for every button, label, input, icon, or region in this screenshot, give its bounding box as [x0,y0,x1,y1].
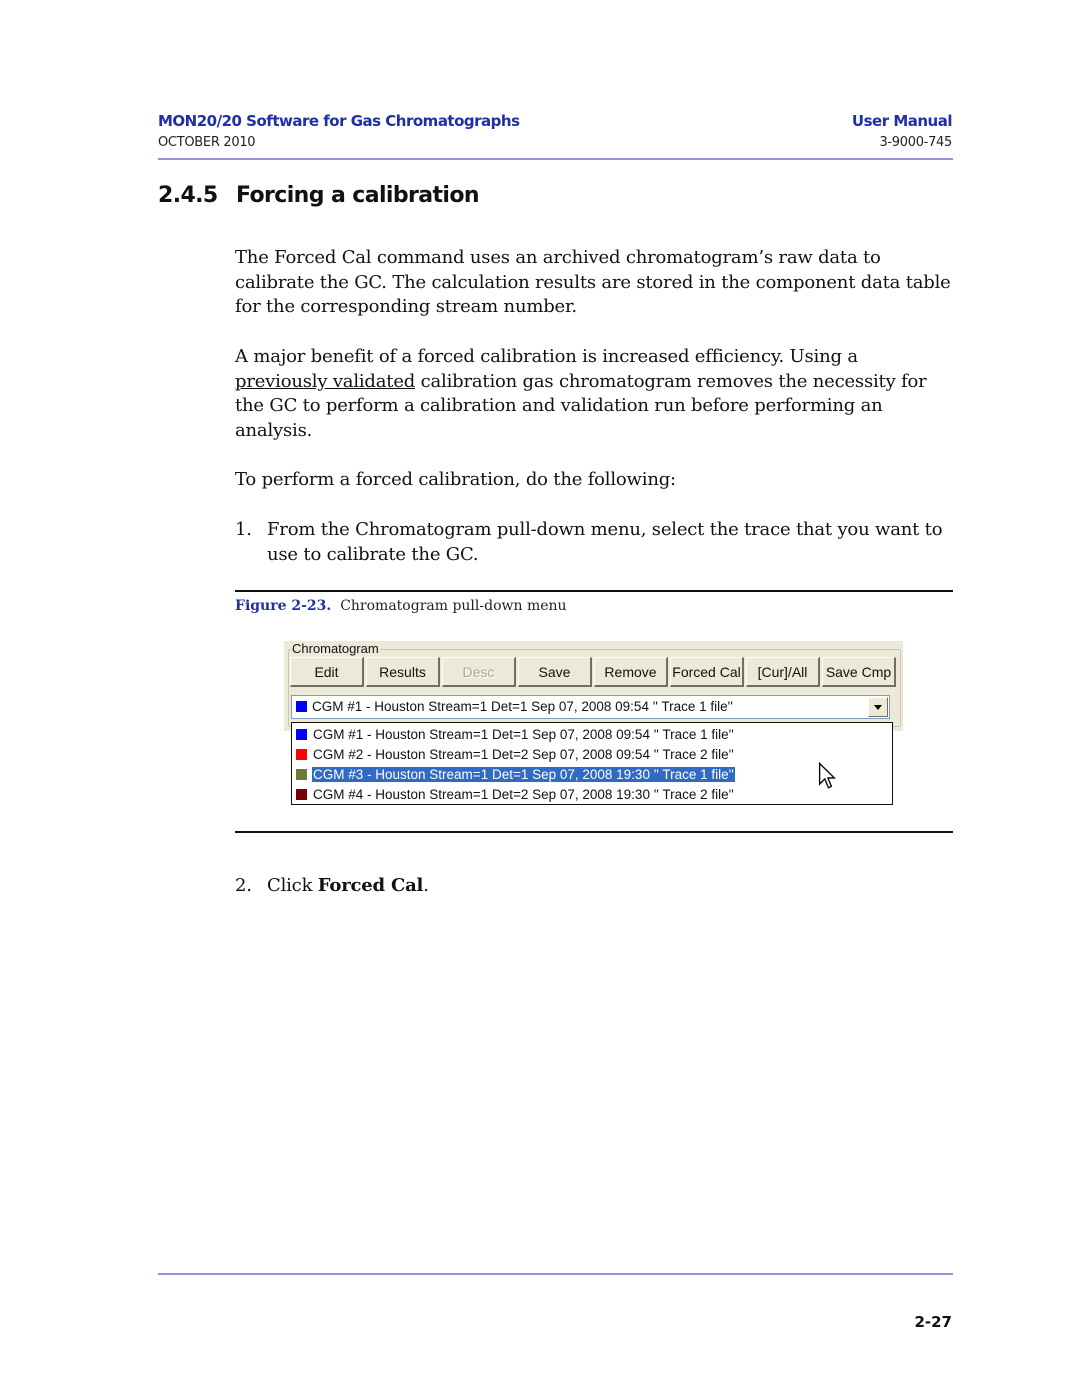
document-number: 3-9000-745 [879,135,952,150]
edit-button[interactable]: Edit [290,657,364,687]
step-number: 1. [235,519,252,540]
dropdown-button[interactable] [868,697,888,717]
step-text: Click Forced Cal. [267,874,429,899]
option-text: CGM #4 - Houston Stream=1 Det=2 Sep 07, … [313,786,734,802]
paragraph-benefit: A major benefit of a forced calibration … [235,345,955,444]
chromatogram-select[interactable]: CGM #1 - Houston Stream=1 Det=1 Sep 07, … [291,695,890,719]
manual-label: User Manual [851,112,953,130]
section-number: 2.4.5 [158,183,218,208]
figure-bottom-rule [235,831,953,833]
cur-all-button[interactable]: [Cur]/All [746,657,820,687]
desc-button[interactable]: Desc [442,657,516,687]
step-1: 1. From the Chromatogram pull-down menu,… [235,518,955,567]
dropdown-option-highlighted[interactable]: CGM #3 - Houston Stream=1 Det=1 Sep 07, … [296,765,735,783]
step-text: From the Chromatogram pull-down menu, se… [267,519,943,565]
paragraph-instructions-intro: To perform a forced calibration, do the … [235,469,676,490]
step-text-suffix: . [423,875,429,896]
save-button[interactable]: Save [518,657,592,687]
trace-color-swatch [296,768,307,780]
chevron-down-icon [874,704,882,710]
step-text-prefix: Click [267,875,318,896]
dropdown-option[interactable]: CGM #2 - Houston Stream=1 Det=2 Sep 07, … [296,745,735,763]
forced-cal-button[interactable]: Forced Cal [670,657,744,687]
document-title: MON20/20 Software for Gas Chromatographs [158,112,520,130]
underlined-term: previously validated [235,370,416,392]
figure-top-rule [235,590,953,592]
trace-color-swatch [296,788,307,800]
figure-caption-text: Chromatogram pull-down menu [340,598,567,614]
option-text: CGM #2 - Houston Stream=1 Det=2 Sep 07, … [313,746,734,762]
section-title: Forcing a calibration [236,183,480,208]
remove-button[interactable]: Remove [594,657,668,687]
option-text: CGM #3 - Houston Stream=1 Det=1 Sep 07, … [312,766,735,782]
trace-color-swatch [296,748,307,760]
step-number: 2. [235,875,252,896]
combo-selected-text: CGM #1 - Houston Stream=1 Det=1 Sep 07, … [312,699,733,714]
figure-label: Figure 2-23. [235,598,332,614]
trace-color-swatch [296,728,307,740]
groupbox-label: Chromatogram [291,641,380,656]
footer-divider [158,1273,953,1275]
section-heading: 2.4.5 Forcing a calibration [158,183,480,208]
mouse-pointer-icon [818,762,836,789]
combo-selected-value: CGM #1 - Houston Stream=1 Det=1 Sep 07, … [296,699,733,714]
trace-color-swatch [296,701,307,712]
document-date: OCTOBER 2010 [158,135,256,150]
dropdown-option[interactable]: CGM #4 - Houston Stream=1 Det=2 Sep 07, … [296,785,735,803]
step-2: 2. Click Forced Cal. [235,874,955,899]
option-text: CGM #1 - Houston Stream=1 Det=1 Sep 07, … [313,726,734,742]
paragraph-benefit-start: A major benefit of a forced calibration … [235,346,858,367]
step-command: Forced Cal [317,875,424,896]
figure-caption: Figure 2-23. Chromatogram pull-down menu [235,598,567,614]
results-button[interactable]: Results [366,657,440,687]
chromatogram-dropdown-list: CGM #1 - Houston Stream=1 Det=1 Sep 07, … [291,722,893,805]
save-cmp-button[interactable]: Save Cmp [822,657,896,687]
dropdown-option[interactable]: CGM #1 - Houston Stream=1 Det=1 Sep 07, … [296,725,735,743]
paragraph-forced-cal-intro: The Forced Cal command uses an archived … [235,247,951,318]
page-number: 2-27 [914,1313,952,1331]
header-divider [158,158,953,160]
